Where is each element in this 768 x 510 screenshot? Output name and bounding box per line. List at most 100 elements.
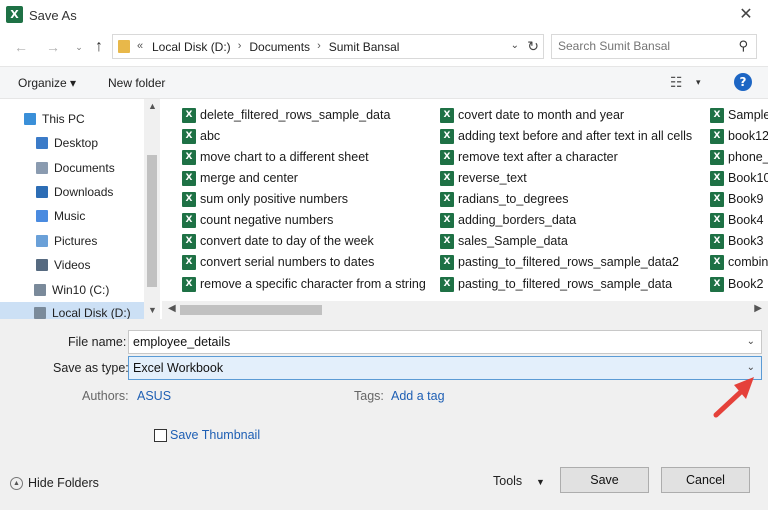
excel-file-icon: X — [182, 276, 196, 292]
list-item[interactable]: Xbook12 — [710, 126, 768, 146]
list-item[interactable]: Xphone_ — [710, 147, 768, 167]
refresh-icon[interactable]: ↻ — [527, 38, 539, 55]
file-name-field[interactable]: employee_details ⌄ — [128, 330, 762, 354]
horizontal-scroll-thumb[interactable] — [180, 305, 322, 315]
organize-button[interactable]: Organize ▾ — [18, 76, 76, 90]
chevron-down-icon[interactable]: ⌄ — [747, 336, 755, 347]
breadcrumb-separator-icon[interactable]: › — [236, 40, 249, 54]
excel-file-icon: X — [182, 149, 196, 165]
excel-file-icon: X — [440, 233, 454, 249]
nav-scrollbar[interactable]: ▲ ▼ — [144, 99, 160, 319]
nav-item-downloads[interactable]: Downloads — [36, 181, 113, 203]
list-item[interactable]: Xmove chart to a different sheet — [182, 147, 369, 167]
nav-item-win10-c[interactable]: Win10 (C:) — [34, 279, 109, 301]
list-item[interactable]: Xremove a specific character from a stri… — [182, 274, 426, 294]
list-item[interactable]: Xreverse_text — [440, 168, 527, 188]
desktop-icon — [36, 137, 48, 149]
nav-item-label: Documents — [54, 161, 115, 175]
nav-item-label: This PC — [42, 112, 85, 126]
chevron-up-icon: ▲ — [10, 476, 23, 490]
view-options-icon[interactable]: ☷ — [670, 74, 683, 91]
breadcrumb-local-disk[interactable]: Local Disk (D:) — [151, 40, 236, 54]
up-arrow-icon[interactable]: ↑ — [90, 38, 108, 56]
save-thumbnail-checkbox[interactable] — [154, 429, 167, 442]
save-thumbnail-label[interactable]: Save Thumbnail — [170, 428, 260, 442]
list-item[interactable]: Xconvert serial numbers to dates — [182, 252, 374, 272]
nav-item-desktop[interactable]: Desktop — [36, 132, 98, 154]
nav-scroll-thumb[interactable] — [147, 155, 157, 287]
list-item[interactable]: X Book4 — [710, 210, 763, 230]
list-item[interactable]: Xpasting_to_filtered_rows_sample_data2 — [440, 252, 679, 272]
search-box[interactable]: ⚲ — [551, 34, 757, 59]
scroll-left-icon[interactable]: ◀ — [168, 303, 176, 314]
list-item[interactable]: Xmerge and center — [182, 168, 298, 188]
hide-folders-button[interactable]: ▲ Hide Folders — [10, 476, 99, 490]
cancel-button[interactable]: Cancel — [661, 467, 750, 493]
list-item[interactable]: Xremove text after a character — [440, 147, 618, 167]
list-item[interactable]: X Book9 — [710, 189, 763, 209]
save-button[interactable]: Save — [560, 467, 649, 493]
list-item[interactable]: Xsum only positive numbers — [182, 189, 348, 209]
recent-locations-chevron-icon[interactable]: ⌄ — [70, 38, 88, 56]
excel-file-icon: X — [710, 233, 724, 249]
computer-icon — [24, 113, 36, 125]
close-icon[interactable]: ✕ — [736, 5, 756, 25]
scroll-down-icon[interactable]: ▼ — [148, 305, 157, 315]
tags-label: Tags: — [354, 389, 384, 403]
excel-file-icon: X — [182, 191, 196, 207]
save-as-type-select[interactable]: Excel Workbook ⌄ — [128, 356, 762, 380]
tags-input[interactable]: Add a tag — [391, 389, 445, 403]
view-dropdown-icon[interactable]: ▾ — [696, 77, 701, 88]
list-item[interactable]: Xabc — [182, 126, 220, 146]
file-name-value[interactable]: employee_details — [133, 335, 230, 349]
annotation-arrow-icon — [713, 377, 754, 418]
help-icon[interactable]: ? — [734, 73, 752, 91]
nav-item-documents[interactable]: Documents — [36, 157, 115, 179]
breadcrumb-sumit-bansal[interactable]: Sumit Bansal — [328, 40, 405, 54]
nav-item-local-disk-d[interactable]: Local Disk (D:) — [0, 302, 144, 319]
list-item[interactable]: Xradians_to_degrees — [440, 189, 569, 209]
tools-button[interactable]: Tools — [493, 474, 522, 488]
nav-item-music[interactable]: Music — [36, 205, 85, 227]
list-item[interactable]: Xsales_Sample_data — [440, 231, 568, 251]
list-item[interactable]: X Book3 — [710, 231, 763, 251]
nav-item-videos[interactable]: Videos — [36, 254, 90, 276]
list-item[interactable]: Xadding_borders_data — [440, 210, 576, 230]
excel-file-icon: X — [440, 254, 454, 270]
list-item[interactable]: Xadding text before and after text in al… — [440, 126, 692, 146]
scroll-right-icon[interactable]: ▶ — [754, 303, 762, 314]
list-item[interactable]: X Book10 — [710, 168, 768, 188]
tools-dropdown-icon[interactable]: ▼ — [536, 477, 545, 487]
search-icon[interactable]: ⚲ — [738, 38, 748, 54]
list-item[interactable]: Xcount negative numbers — [182, 210, 333, 230]
breadcrumb-documents[interactable]: Documents — [248, 40, 315, 54]
forward-arrow-icon[interactable]: → — [44, 38, 62, 56]
nav-item-this-pc[interactable]: This PC — [24, 108, 85, 130]
list-item[interactable]: X Sample — [710, 105, 768, 125]
breadcrumb: Local Disk (D:) › Documents › Sumit Bans… — [151, 40, 404, 54]
authors-value[interactable]: ASUS — [137, 389, 171, 403]
hide-folders-label: Hide Folders — [28, 476, 99, 490]
search-input[interactable] — [558, 39, 728, 53]
nav-item-label: Downloads — [54, 185, 114, 199]
excel-file-icon: X — [440, 107, 454, 123]
scroll-up-icon[interactable]: ▲ — [148, 101, 157, 111]
list-item[interactable]: X Book2 — [710, 274, 763, 294]
list-item[interactable]: Xconvert date to day of the week — [182, 231, 374, 251]
save-as-type-value[interactable]: Excel Workbook — [133, 361, 223, 375]
file-list-horizontal-scrollbar[interactable]: ◀ ▶ — [162, 301, 768, 319]
new-folder-button[interactable]: New folder — [108, 76, 165, 90]
nav-item-pictures[interactable]: Pictures — [36, 230, 97, 252]
list-item[interactable]: Xcombin — [710, 252, 768, 272]
excel-file-icon: X — [710, 254, 724, 270]
back-arrow-icon[interactable]: ← — [12, 38, 30, 56]
list-item[interactable]: Xcovert date to month and year — [440, 105, 624, 125]
excel-file-icon: X — [182, 254, 196, 270]
navigation-bar: ← → ⌄ ↑ « Local Disk (D:) › Documents › … — [0, 30, 768, 64]
chevron-down-icon[interactable]: ⌄ — [511, 40, 519, 51]
breadcrumb-overflow[interactable]: « — [137, 40, 143, 52]
list-item[interactable]: Xpasting_to_filtered_rows_sample_data — [440, 274, 672, 294]
breadcrumb-separator-icon[interactable]: › — [315, 40, 328, 54]
address-bar[interactable]: « Local Disk (D:) › Documents › Sumit Ba… — [112, 34, 544, 59]
list-item[interactable]: Xdelete_filtered_rows_sample_data — [182, 105, 390, 125]
